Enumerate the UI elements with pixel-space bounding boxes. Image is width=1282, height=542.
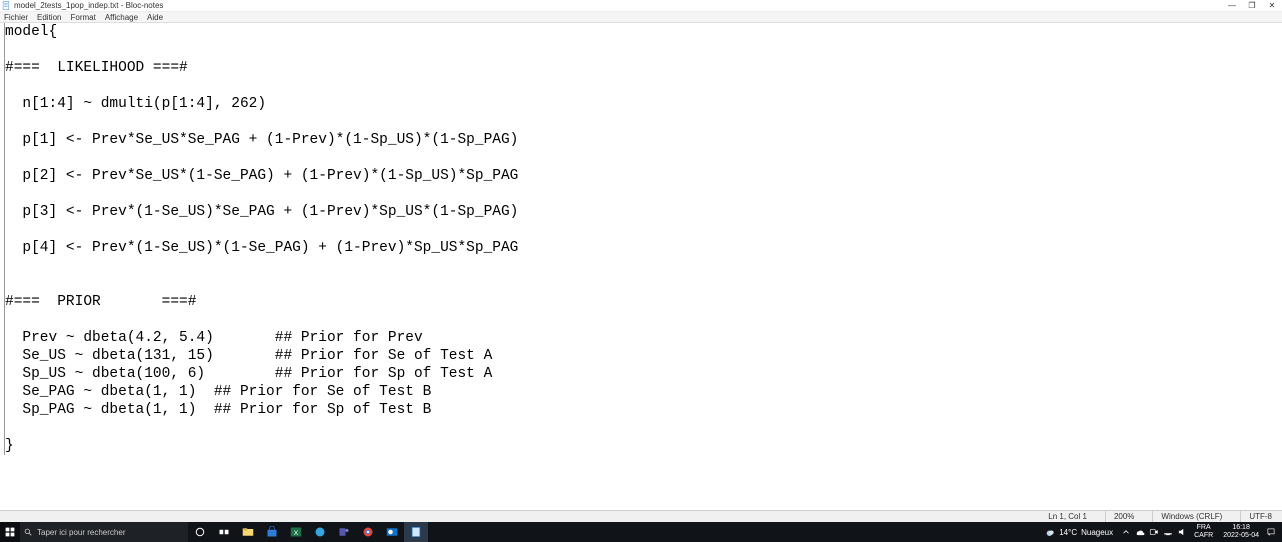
lang-line1: FRA (1197, 524, 1211, 532)
outlook-icon[interactable] (380, 522, 404, 542)
close-button[interactable]: ✕ (1262, 0, 1282, 12)
weather-temp: 14°C (1059, 528, 1077, 537)
task-view-icon[interactable] (188, 522, 212, 542)
tray-language[interactable]: FRA CAFR (1189, 524, 1218, 540)
weather-desc: Nuageux (1081, 528, 1113, 537)
menu-format[interactable]: Format (70, 13, 95, 22)
weather-icon (1044, 527, 1055, 538)
teams-icon[interactable] (332, 522, 356, 542)
search-placeholder: Taper ici pour rechercher (37, 528, 125, 537)
taskbar-pinned-apps: X (188, 522, 428, 542)
window-titlebar: model_2tests_1pop_indep.txt - Bloc-notes… (0, 0, 1282, 12)
edge-icon[interactable] (308, 522, 332, 542)
status-zoom: 200% (1105, 511, 1134, 522)
tray-notifications-icon[interactable] (1264, 522, 1278, 542)
notepad-icon (2, 1, 11, 10)
status-encoding: UTF-8 (1240, 511, 1272, 522)
clock-time: 16:18 (1232, 524, 1250, 532)
minimize-button[interactable]: — (1222, 0, 1242, 12)
excel-icon[interactable]: X (284, 522, 308, 542)
weather-widget[interactable]: 14°C Nuageux (1038, 527, 1119, 538)
start-button[interactable] (0, 522, 20, 542)
chrome-icon[interactable] (356, 522, 380, 542)
tray-network-icon[interactable] (1161, 522, 1175, 542)
tray-volume-icon[interactable] (1175, 522, 1189, 542)
menubar: Fichier Edition Format Affichage Aide (0, 12, 1282, 23)
window-title: model_2tests_1pop_indep.txt - Bloc-notes (14, 1, 163, 10)
text-editor-area[interactable]: model{ #=== LIKELIHOOD ===# n[1:4] ~ dmu… (0, 23, 1282, 510)
statusbar: Ln 1, Col 1 200% Windows (CRLF) UTF-8 (0, 510, 1282, 522)
window-controls: — ❐ ✕ (1222, 0, 1282, 11)
taskbar-search[interactable]: Taper ici pour rechercher (20, 522, 188, 542)
menu-affichage[interactable]: Affichage (105, 13, 138, 22)
taskbar: Taper ici pour rechercher X (0, 522, 1282, 542)
store-icon[interactable] (260, 522, 284, 542)
notepad-taskbar-icon[interactable] (404, 522, 428, 542)
tray-meetnow-icon[interactable] (1147, 522, 1161, 542)
system-tray: 14°C Nuageux FRA CAFR 16:18 2022-05-04 (1038, 522, 1282, 542)
clock-date: 2022-05-04 (1223, 532, 1259, 540)
editor-content[interactable]: model{ #=== LIKELIHOOD ===# n[1:4] ~ dmu… (4, 23, 1278, 455)
menu-aide[interactable]: Aide (147, 13, 163, 22)
menu-fichier[interactable]: Fichier (4, 13, 28, 22)
menu-edition[interactable]: Edition (37, 13, 61, 22)
maximize-button[interactable]: ❐ (1242, 0, 1262, 12)
file-explorer-icon[interactable] (236, 522, 260, 542)
cortana-icon[interactable] (212, 522, 236, 542)
tray-clock[interactable]: 16:18 2022-05-04 (1218, 524, 1264, 540)
status-position: Ln 1, Col 1 (1040, 511, 1087, 522)
tray-onedrive-icon[interactable] (1133, 522, 1147, 542)
status-lineending: Windows (CRLF) (1152, 511, 1222, 522)
tray-chevron-up-icon[interactable] (1119, 522, 1133, 542)
search-icon (24, 528, 33, 537)
svg-text:X: X (294, 530, 299, 537)
lang-line2: CAFR (1194, 532, 1213, 540)
